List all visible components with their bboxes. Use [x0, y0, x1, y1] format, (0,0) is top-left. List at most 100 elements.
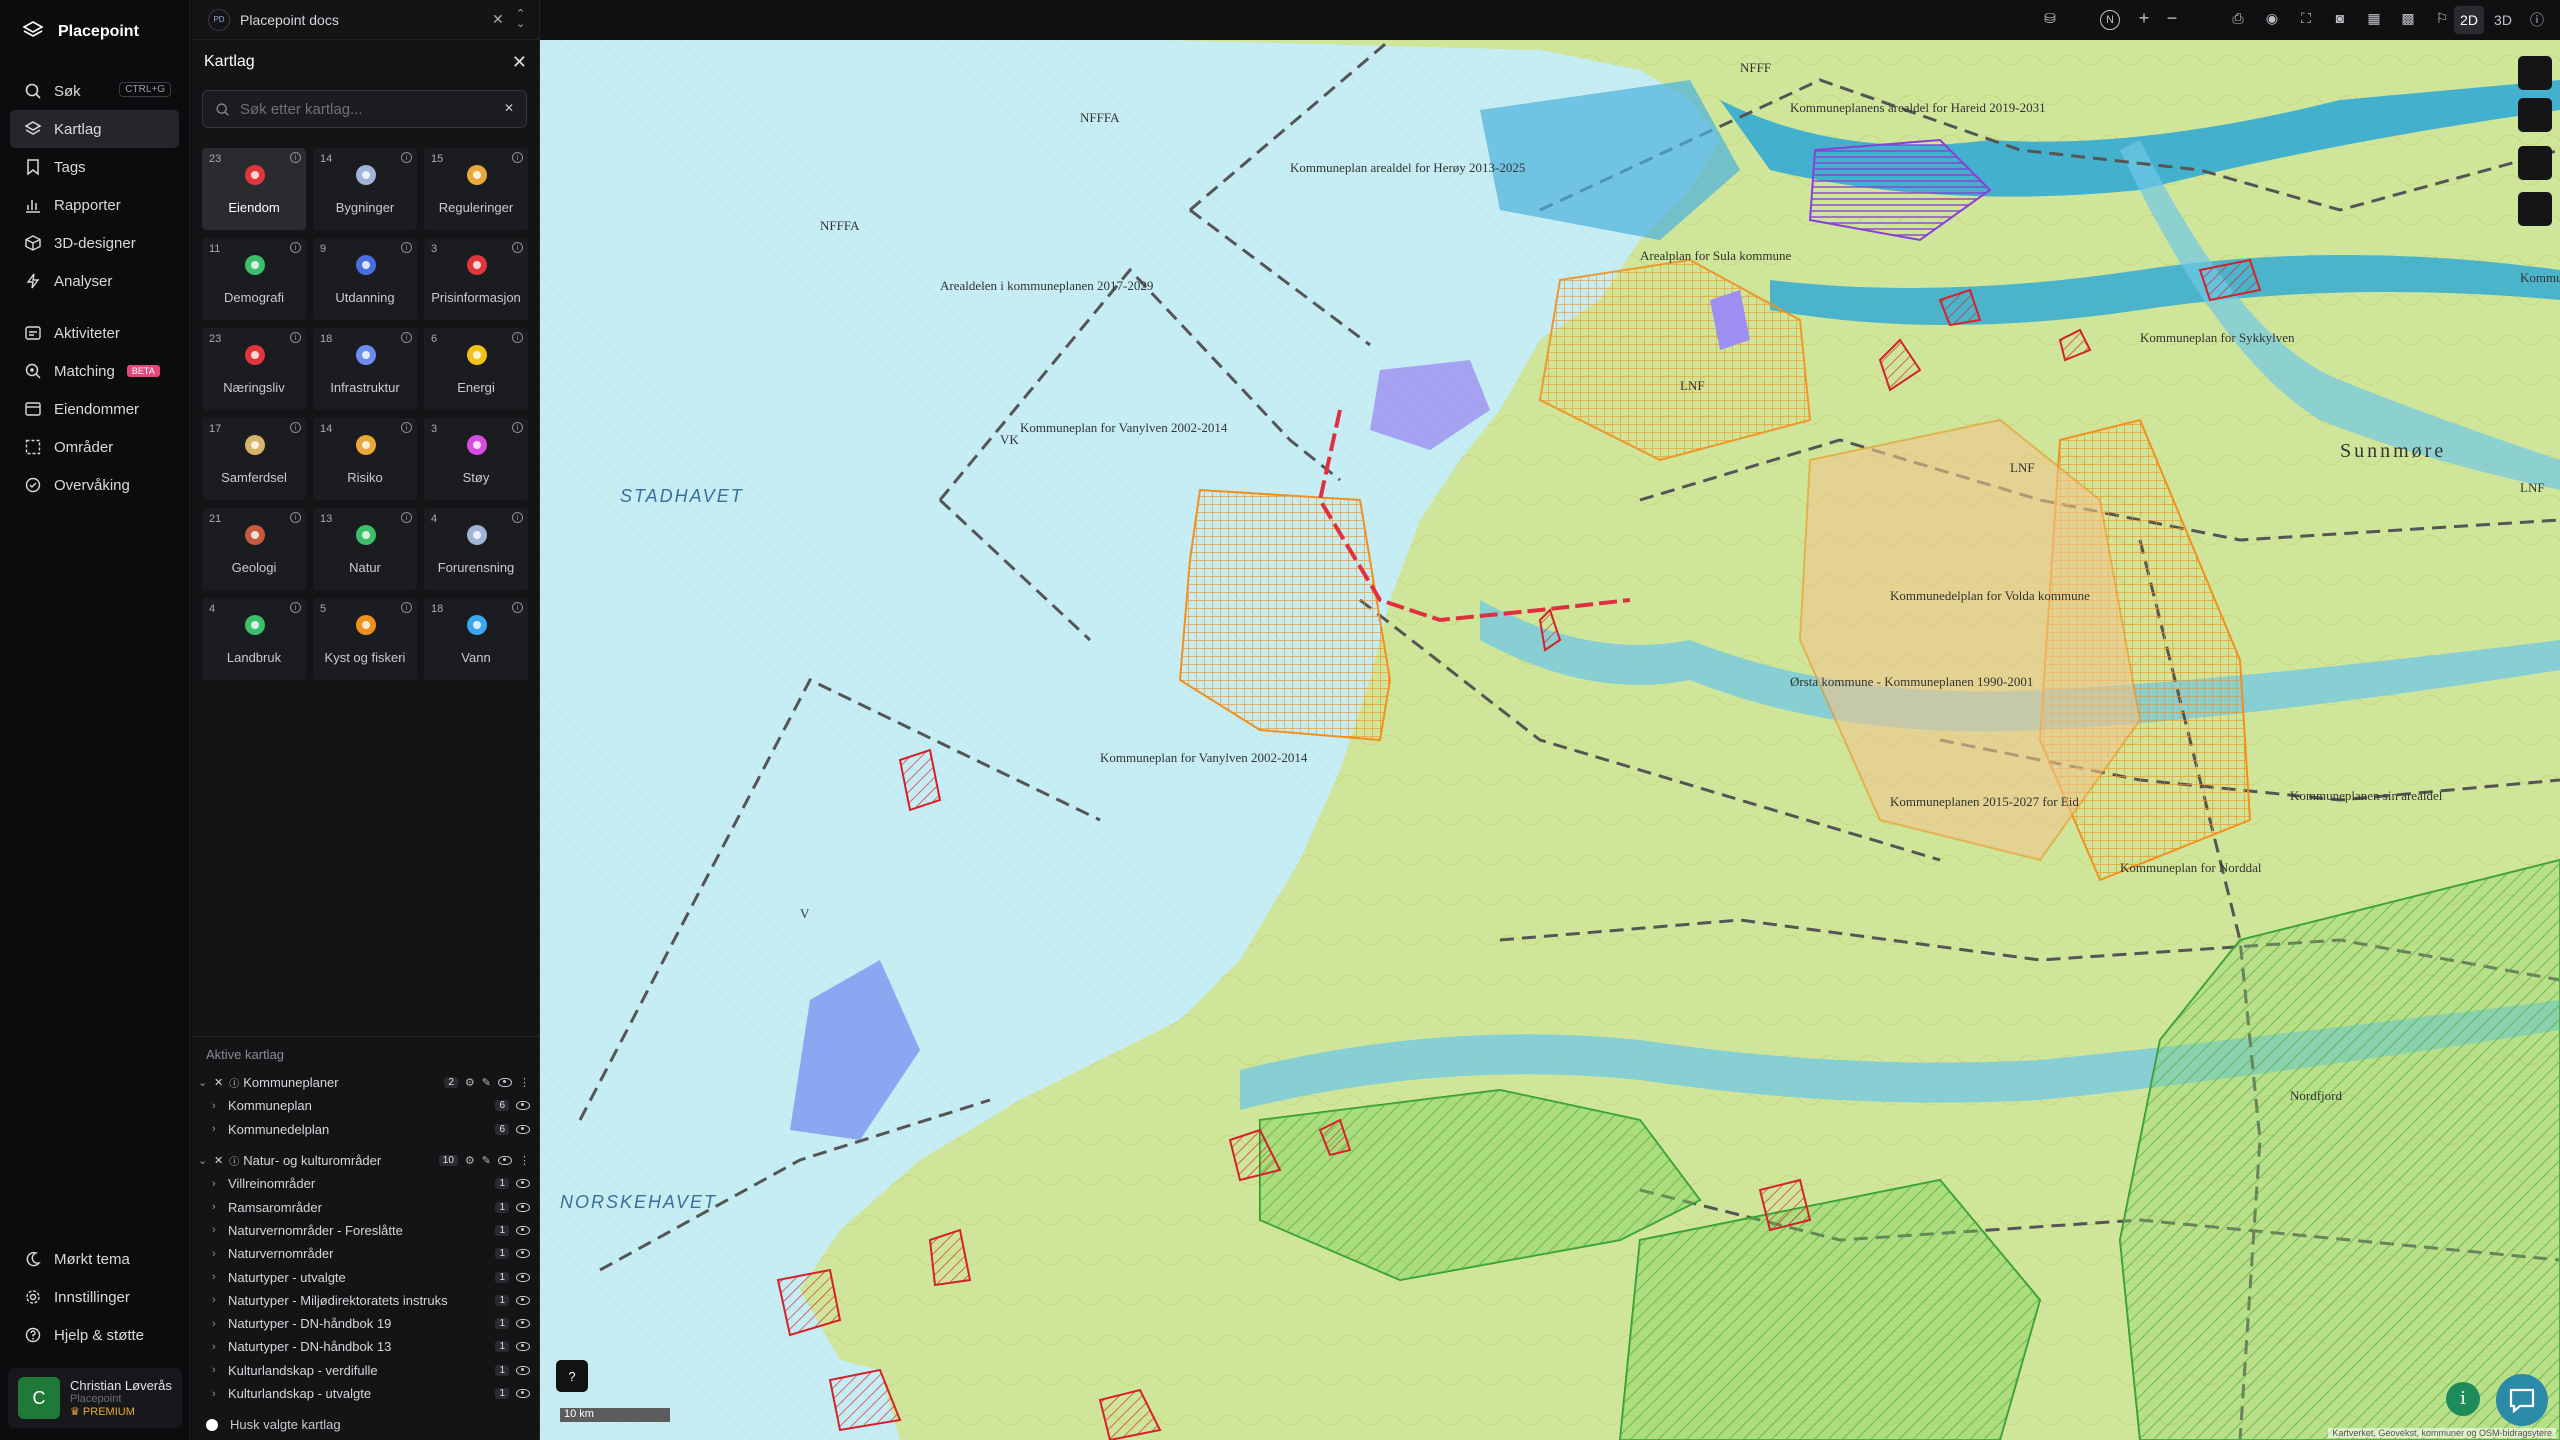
nav-item-settings[interactable]: Innstillinger [10, 1278, 180, 1316]
eye-icon[interactable] [498, 1156, 512, 1166]
settings-icon[interactable]: ⚙ [465, 1154, 475, 1167]
more-icon[interactable]: ⋮ [519, 1154, 530, 1167]
measure-tool-button[interactable] [2518, 98, 2552, 132]
info-icon[interactable]: i [512, 152, 523, 163]
layer-row[interactable]: › Villreinområder 1 [192, 1172, 540, 1195]
layer-row[interactable]: › Naturvernområder - Foreslåtte 1 [192, 1219, 540, 1242]
info-icon[interactable]: i [290, 512, 301, 523]
edit-icon[interactable]: ✎ [482, 1154, 491, 1167]
close-tab-icon[interactable]: ✕ [492, 11, 504, 28]
info-icon[interactable]: i [401, 332, 412, 343]
info-icon[interactable]: i [290, 602, 301, 613]
category-tile-1[interactable]: 14 i Bygninger [313, 148, 417, 230]
remove-group-icon[interactable]: ✕ [214, 1076, 223, 1089]
nav-item-analyser[interactable]: Analyser [10, 262, 179, 300]
chevron-right-icon[interactable]: › [212, 1294, 222, 1306]
category-tile-14[interactable]: 4 i Forurensning [424, 508, 528, 590]
category-tile-10[interactable]: 14 i Risiko [313, 418, 417, 500]
basemap-tool-button[interactable] [2518, 56, 2552, 90]
info-icon[interactable]: i [512, 422, 523, 433]
eye-icon[interactable] [516, 1101, 530, 1111]
chevron-right-icon[interactable]: › [212, 1178, 222, 1190]
layer-row[interactable]: › Naturvernområder 1 [192, 1242, 540, 1265]
chart-tool-button[interactable] [2518, 146, 2552, 180]
draw-tool-button[interactable] [2518, 192, 2552, 226]
eye-icon[interactable] [516, 1272, 530, 1282]
nav-item-rapporter[interactable]: Rapporter [10, 186, 179, 224]
eye-icon[interactable] [516, 1365, 530, 1375]
eye-icon[interactable] [516, 1124, 530, 1134]
eye-icon[interactable] [516, 1295, 530, 1305]
brand[interactable]: Placepoint [0, 0, 189, 64]
eye-icon[interactable] [516, 1342, 530, 1352]
bookmark-icon[interactable]: ⚐ [2432, 10, 2452, 30]
chevron-right-icon[interactable]: › [212, 1201, 222, 1213]
nav-item-tags[interactable]: Tags [10, 148, 179, 186]
category-tile-9[interactable]: 17 i Samferdsel [202, 418, 306, 500]
nav-item-matching[interactable]: Matching BETA [10, 352, 179, 390]
nav-item-help[interactable]: Hjelp & støtte [10, 1316, 180, 1354]
mode-3d-button[interactable]: 3D [2488, 6, 2518, 34]
category-tile-6[interactable]: 23 i Næringsliv [202, 328, 306, 410]
nav-item-omrader[interactable]: Områder [10, 428, 179, 466]
category-tile-17[interactable]: 18 i Vann [424, 598, 528, 680]
eye-icon[interactable] [516, 1225, 530, 1235]
layer-row[interactable]: › Kulturlandskap - verdifulle 1 [192, 1359, 540, 1382]
chevron-right-icon[interactable]: › [212, 1271, 222, 1283]
toggle-switch[interactable] [206, 1418, 218, 1431]
category-tile-5[interactable]: 3 i Prisinformasjon [424, 238, 528, 320]
settings-icon[interactable]: ⚙ [465, 1076, 475, 1089]
layer-group-row[interactable]: ⌄ ✕ ⓘ Kommuneplaner 2 ⚙ ✎ ⋮ [192, 1071, 540, 1094]
mode-2d-button[interactable]: 2D [2454, 6, 2484, 34]
category-tile-7[interactable]: 18 i Infrastruktur [313, 328, 417, 410]
category-tile-4[interactable]: 9 i Utdanning [313, 238, 417, 320]
nav-item-dark-theme[interactable]: Mørkt tema [10, 1240, 180, 1278]
chevron-right-icon[interactable]: › [212, 1318, 222, 1330]
info-icon[interactable]: i [401, 422, 412, 433]
print-icon[interactable]: ⎙ [2228, 10, 2248, 30]
document-tab[interactable]: PD Placepoint docs ✕ ⌃ ⌄ [192, 0, 539, 40]
eye-icon[interactable] [498, 1078, 512, 1088]
map-help-button[interactable]: ? [556, 1360, 588, 1392]
layer-row[interactable]: › Naturtyper - utvalgte 1 [192, 1265, 540, 1288]
grid-view-icon[interactable]: ▦ [2364, 10, 2384, 30]
remember-layers-toggle[interactable]: Husk valgte kartlag [206, 1417, 341, 1432]
nav-item-sok[interactable]: Søk CTRL+G [10, 72, 179, 110]
layer-row[interactable]: › Kommuneplan 6 [192, 1094, 540, 1117]
layer-row[interactable]: › Kulturlandskap - utvalgte 1 [192, 1382, 540, 1405]
camera-icon[interactable]: ◙ [2330, 10, 2350, 30]
clear-search-icon[interactable]: ✕ [504, 101, 514, 115]
layer-search-input[interactable]: Søk etter kartlag... ✕ [202, 90, 527, 128]
chat-button[interactable] [2496, 1374, 2548, 1426]
category-tile-16[interactable]: 5 i Kyst og fiskeri [313, 598, 417, 680]
more-icon[interactable]: ⋮ [519, 1076, 530, 1089]
info-icon[interactable]: i [512, 602, 523, 613]
chevron-down-icon[interactable]: ⌄ [198, 1154, 208, 1167]
chevron-right-icon[interactable]: › [212, 1224, 222, 1236]
eye-icon[interactable] [516, 1202, 530, 1212]
eye-icon[interactable] [516, 1249, 530, 1259]
info-button[interactable]: i [2446, 1382, 2480, 1416]
nav-item-kartlag[interactable]: Kartlag [10, 110, 179, 148]
nav-item-3d-designer[interactable]: 3D-designer [10, 224, 179, 262]
nav-item-eiendommer[interactable]: Eiendommer [10, 390, 179, 428]
eye-icon[interactable] [516, 1319, 530, 1329]
info-icon[interactable]: i [290, 152, 301, 163]
layers-stack-icon[interactable]: ⛁ [2040, 10, 2060, 30]
layout-icon[interactable]: ▩ [2398, 10, 2418, 30]
layer-group-row[interactable]: ⌄ ✕ ⓘ Natur- og kulturområder 10 ⚙ ✎ ⋮ [192, 1149, 540, 1172]
eye-icon[interactable]: ◉ [2262, 10, 2282, 30]
close-panel-icon[interactable]: ✕ [512, 52, 527, 73]
info-icon[interactable]: i [512, 512, 523, 523]
layer-row[interactable]: › Naturtyper - Miljødirektoratets instruk… [192, 1289, 540, 1312]
chevron-right-icon[interactable]: › [212, 1388, 222, 1400]
category-tile-2[interactable]: 15 i Reguleringer [424, 148, 528, 230]
layer-row[interactable]: › Naturtyper - DN-håndbok 13 1 [192, 1335, 540, 1358]
category-tile-15[interactable]: 4 i Landbruk [202, 598, 306, 680]
category-tile-13[interactable]: 13 i Natur [313, 508, 417, 590]
edit-icon[interactable]: ✎ [482, 1076, 491, 1089]
chevron-updown-icon[interactable]: ⌃ ⌄ [516, 9, 525, 30]
user-profile[interactable]: C Christian Løverås Placepoint ♛ PREMIUM [8, 1368, 182, 1428]
chevron-right-icon[interactable]: › [212, 1248, 222, 1260]
info-icon[interactable]: ⓘ [2522, 6, 2552, 34]
